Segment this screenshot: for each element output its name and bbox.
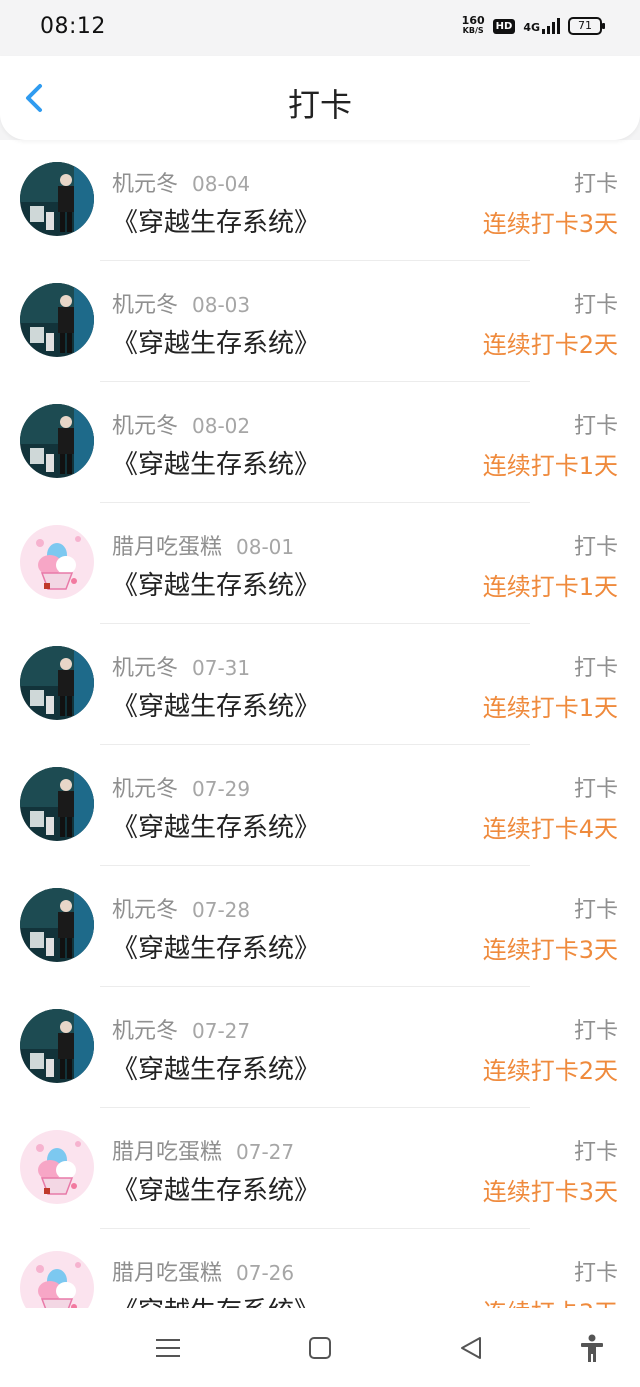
checkin-row[interactable]: 机元冬 07-27 《穿越生存系统》 打卡连续打卡2天 <box>0 987 640 1108</box>
avatar[interactable] <box>20 162 94 236</box>
checkin-date: 07-31 <box>192 656 251 680</box>
user-name: 腊月吃蛋糕 08-01 <box>112 535 295 560</box>
checkin-row[interactable]: 机元冬 07-31 《穿越生存系统》 打卡连续打卡1天 <box>0 624 640 745</box>
nav-back-button[interactable] <box>456 1332 488 1364</box>
checkin-row[interactable]: 机元冬 07-29 《穿越生存系统》 打卡连续打卡4天 <box>0 745 640 866</box>
action-label: 打卡 <box>573 535 618 560</box>
streak-label: 连续打卡1天 <box>482 573 618 601</box>
checkin-list: 机元冬 08-04 《穿越生存系统》 打卡 连续打卡3天 机元冬 08-03 《穿越生存系统》… <box>0 140 640 1308</box>
square-icon <box>309 1337 331 1359</box>
avatar[interactable] <box>20 646 94 720</box>
book-title[interactable]: 《穿越生存系统》 <box>112 565 320 602</box>
status-time: 08:12 <box>40 14 106 39</box>
user-name: 机元冬 08-04 <box>112 172 251 197</box>
action-label: 打卡 <box>573 898 618 923</box>
menu-icon <box>156 1339 180 1357</box>
avatar[interactable] <box>20 767 94 841</box>
header: 打卡 <box>0 56 640 140</box>
streak-label: 连续打卡3天 <box>482 1178 618 1206</box>
accessibility-icon <box>581 1334 603 1362</box>
checkin-row[interactable]: 机元冬 07-28 《穿越生存系统》 打卡连续打卡3天 <box>0 866 640 987</box>
user-name: 腊月吃蛋糕 07-27 <box>112 1140 295 1165</box>
checkin-date: 08-03 <box>192 293 251 317</box>
triangle-back-icon <box>461 1337 481 1359</box>
streak-label: 连续打卡3天 <box>482 210 618 238</box>
streak-label: 连续打卡1天 <box>482 452 618 480</box>
action-label: 打卡 <box>573 1019 618 1044</box>
checkin-row[interactable]: 腊月吃蛋糕07-26 《穿越生存系统》 打卡连续打卡3天 <box>0 1229 640 1308</box>
checkin-row[interactable]: 机元冬 08-04 《穿越生存系统》 打卡连续打卡3天 <box>0 140 640 261</box>
streak-label: 连续打卡2天 <box>482 1057 618 1085</box>
action-label: 打卡 <box>573 172 618 197</box>
book-title[interactable]: 《穿越生存系统》 <box>112 807 320 844</box>
streak-label: 连续打卡3天 <box>482 936 618 964</box>
book-title[interactable]: 《穿越生存系统》 <box>112 444 320 481</box>
avatar[interactable] <box>20 1130 94 1204</box>
header-card: 打卡 <box>0 56 640 140</box>
user-name: 机元冬 08-03 <box>112 293 251 318</box>
hd-icon: HD <box>492 18 516 34</box>
checkin-date: 07-27 <box>236 1140 295 1164</box>
action-label: 打卡 <box>573 414 618 439</box>
book-title[interactable]: 《穿越生存系统》 <box>112 928 320 965</box>
checkin-date: 08-02 <box>192 414 251 438</box>
avatar[interactable] <box>20 1251 94 1308</box>
checkin-date: 08-01 <box>236 535 295 559</box>
streak-label: 连续打卡2天 <box>482 331 618 359</box>
book-title[interactable]: 《穿越生存系统》 <box>112 686 320 723</box>
checkin-date: 08-04 <box>192 172 251 196</box>
action-label: 打卡 <box>573 1140 618 1165</box>
checkin-row[interactable]: 腊月吃蛋糕 07-27 《穿越生存系统》 打卡连续打卡3天 <box>0 1108 640 1229</box>
status-icons: 160 KB/S HD 4G 71 <box>461 14 605 36</box>
action-label: 打卡 <box>573 293 618 318</box>
status-bar: 08:12 160 KB/S HD 4G 71 <box>0 0 640 56</box>
checkin-date: 07-27 <box>192 1019 251 1043</box>
avatar[interactable] <box>20 404 94 478</box>
avatar[interactable] <box>20 888 94 962</box>
user-name: 腊月吃蛋糕 07-26 <box>112 1261 295 1286</box>
user-name: 机元冬 07-29 <box>112 777 251 802</box>
user-name: 机元冬 07-27 <box>112 1019 251 1044</box>
checkin-date: 07-29 <box>192 777 251 801</box>
avatar[interactable] <box>20 283 94 357</box>
signal-icon: 4G <box>523 18 560 34</box>
action-label: 打卡 <box>573 777 618 802</box>
book-title[interactable]: 《穿越生存系统》 <box>112 1049 320 1086</box>
checkin-date: 07-26 <box>236 1261 295 1285</box>
book-title[interactable]: 《穿越生存系统》 <box>112 323 320 360</box>
system-nav-bar <box>0 1308 640 1387</box>
checkin-row[interactable]: 机元冬 08-02 《穿越生存系统》 打卡连续打卡1天 <box>0 382 640 503</box>
checkin-row[interactable]: 腊月吃蛋糕 08-01 《穿越生存系统》 打卡连续打卡1天 <box>0 503 640 624</box>
book-title[interactable]: 《穿越生存系统》 <box>112 202 320 239</box>
book-title[interactable]: 《穿越生存系统》 <box>112 1170 320 1207</box>
streak-label: 连续打卡3天 <box>483 1293 618 1308</box>
home-button[interactable] <box>304 1332 336 1364</box>
user-name: 机元冬 07-31 <box>112 656 251 681</box>
network-speed: 160 KB/S <box>461 14 485 35</box>
page-title: 打卡 <box>287 86 352 124</box>
checkin-date: 07-28 <box>192 898 251 922</box>
streak-label: 连续打卡4天 <box>482 815 618 843</box>
user-name: 机元冬 07-28 <box>112 898 251 923</box>
menu-button[interactable] <box>152 1332 184 1364</box>
action-label: 打卡 <box>573 656 618 681</box>
user-name: 机元冬 08-02 <box>112 414 251 439</box>
checkin-row[interactable]: 机元冬 08-03 《穿越生存系统》 打卡连续打卡2天 <box>0 261 640 382</box>
accessibility-button[interactable] <box>576 1332 608 1364</box>
book-title[interactable]: 《穿越生存系统》 <box>112 1291 320 1308</box>
avatar[interactable] <box>20 525 94 599</box>
battery-icon: 71 <box>568 17 605 35</box>
action-label: 打卡 <box>573 1261 618 1286</box>
avatar[interactable] <box>20 1009 94 1083</box>
streak-label: 连续打卡1天 <box>482 694 618 722</box>
